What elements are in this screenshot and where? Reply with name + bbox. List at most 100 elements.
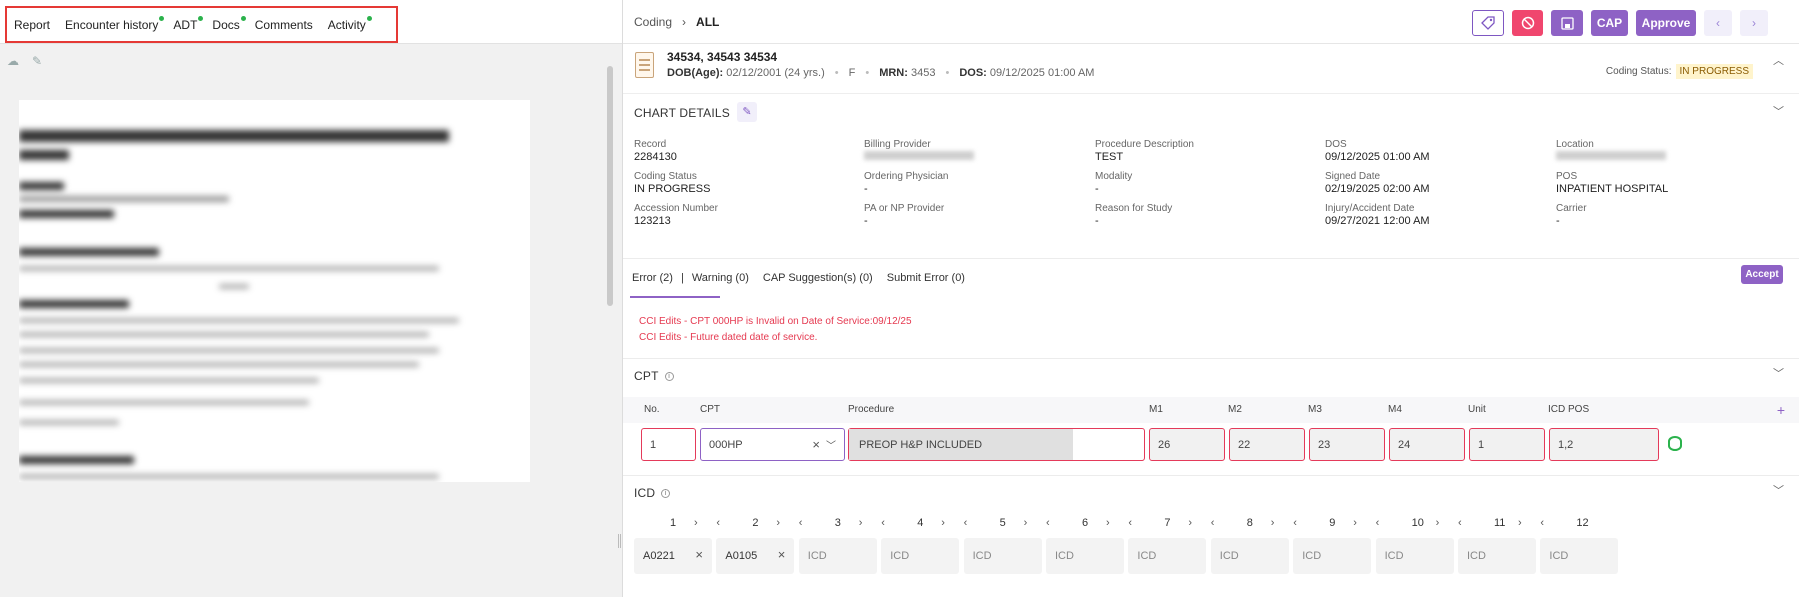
info-icon[interactable]: i [661, 489, 671, 499]
tab-warnings[interactable]: Warning (0) [692, 272, 749, 284]
chevron-right-icon[interactable]: › [1024, 517, 1028, 529]
chevron-left-icon[interactable]: ‹ [881, 517, 885, 529]
icd-number-nav: ‹ 10 › [1376, 517, 1440, 529]
m3-field[interactable]: 23 [1309, 428, 1385, 461]
col-no: No. [644, 404, 660, 415]
approve-button[interactable]: Approve [1636, 10, 1696, 36]
edit-doc-icon[interactable]: ✎ [30, 54, 44, 68]
prev-button[interactable]: ‹ [1704, 10, 1732, 36]
tab-docs[interactable]: Docs [212, 15, 246, 32]
add-cpt-row-icon[interactable]: + [1777, 402, 1785, 418]
chevron-left-icon[interactable]: ‹ [716, 517, 720, 529]
chevron-left-icon[interactable]: ‹ [1293, 517, 1297, 529]
collapse-chevron-icon[interactable]: ︿ [1773, 56, 1784, 67]
chevron-right-icon[interactable]: › [1188, 517, 1192, 529]
field-value: 09/12/2025 01:00 AM [1325, 151, 1430, 163]
m1-value: 26 [1158, 438, 1171, 451]
chevron-right-icon[interactable]: › [1271, 517, 1275, 529]
chart-details-chevron-icon[interactable]: ﹀ [1773, 107, 1784, 118]
clear-x-icon[interactable]: × [778, 547, 786, 562]
edit-chart-details-button[interactable]: ✎ [737, 102, 757, 122]
col-m2: M2 [1228, 404, 1242, 415]
clear-x-icon[interactable]: × [695, 547, 703, 562]
chevron-right-icon[interactable]: › [694, 517, 698, 529]
cap-button[interactable]: CAP [1591, 10, 1628, 36]
chevron-right-icon[interactable]: › [1106, 517, 1110, 529]
icd-pos-field[interactable]: 1,2 [1549, 428, 1659, 461]
status-dot [240, 15, 246, 21]
unit-field[interactable]: 1 [1469, 428, 1545, 461]
icd-code-field[interactable]: ICD [881, 538, 960, 574]
chevron-down-icon[interactable]: ﹀ [826, 437, 836, 452]
icd-code-field[interactable]: ICD [1128, 538, 1207, 574]
patient-chart-icon [635, 52, 654, 78]
tab-cap-suggestions[interactable]: CAP Suggestion(s) (0) [763, 272, 873, 284]
breadcrumb: Coding › ALL [634, 15, 719, 29]
m3-value: 23 [1318, 438, 1331, 451]
splitter-grip[interactable] [618, 534, 621, 548]
icd-code-field[interactable]: ICD [1210, 538, 1289, 574]
icd-code-field[interactable]: ICD [1046, 538, 1124, 574]
tab-adt[interactable]: ADT [173, 15, 204, 32]
m2-field[interactable]: 22 [1229, 428, 1305, 461]
icd-code-field[interactable]: ICD [963, 538, 1042, 574]
tab-encounter-history[interactable]: Encounter history [65, 15, 165, 32]
procedure-value: PREOP H&P INCLUDED [859, 438, 983, 451]
chevron-left-icon[interactable]: ‹ [1046, 517, 1050, 529]
cpt-chevron-icon[interactable]: ﹀ [1773, 369, 1784, 380]
tag-button[interactable] [1472, 10, 1504, 36]
chevron-right-icon[interactable]: › [1436, 517, 1440, 529]
icd-code-field[interactable]: A0221 × [634, 538, 712, 574]
database-icon[interactable] [1668, 436, 1682, 451]
col-m4: M4 [1388, 404, 1402, 415]
icd-code-field[interactable]: ICD [1540, 538, 1619, 574]
field-label: Signed Date [1325, 171, 1381, 182]
icd-chevron-icon[interactable]: ﹀ [1773, 486, 1784, 497]
col-procedure: Procedure [848, 404, 895, 415]
icd-code-field[interactable]: A0105 × [716, 538, 795, 574]
cpt-code-select[interactable]: 000HP × ﹀ [700, 428, 845, 461]
tab-comments[interactable]: Comments [255, 18, 313, 32]
procedure-field[interactable]: PREOP H&P INCLUDED [848, 428, 1145, 461]
info-icon[interactable]: i [664, 372, 674, 382]
icd-code-field[interactable]: ICD [1293, 538, 1372, 574]
chart-detail-field: Procedure Description TEST [1095, 139, 1325, 164]
chevron-left-icon[interactable]: ‹ [1376, 517, 1380, 529]
left-tab-bar: Report Encounter history ADT Docs Commen… [5, 6, 398, 43]
tab-report[interactable]: Report [14, 18, 50, 32]
accept-button[interactable]: Accept [1741, 265, 1783, 284]
tab-errors[interactable]: Error (2) [632, 272, 673, 284]
chevron-left-icon[interactable]: ‹ [1211, 517, 1215, 529]
chevron-left-icon[interactable]: ‹ [1458, 517, 1462, 529]
icd-position: 11 [1494, 517, 1506, 529]
chevron-left-icon[interactable]: ‹ [964, 517, 968, 529]
chevron-right-icon[interactable]: › [941, 517, 945, 529]
chevron-right-icon[interactable]: › [776, 517, 780, 529]
breadcrumb-current: ALL [696, 15, 720, 29]
report-scrollbar-thumb[interactable] [607, 66, 613, 306]
block-button[interactable] [1512, 10, 1543, 36]
separator-dot: • [865, 67, 870, 79]
chevron-left-icon[interactable]: ‹ [1540, 517, 1544, 529]
clear-x-icon[interactable]: × [812, 437, 820, 452]
chevron-right-icon[interactable]: › [859, 517, 863, 529]
chevron-left-icon[interactable]: ‹ [799, 517, 803, 529]
tab-submit-errors[interactable]: Submit Error (0) [887, 272, 965, 284]
save-button[interactable] [1551, 10, 1583, 36]
icd-position: 7 [1164, 517, 1171, 529]
icd-code-field[interactable]: ICD [1375, 538, 1454, 574]
icd-placeholder: ICD [1137, 550, 1157, 562]
error-tabs: Error (2) | Warning (0) CAP Suggestion(s… [632, 272, 979, 284]
m1-field[interactable]: 26 [1149, 428, 1225, 461]
chevron-right-icon[interactable]: › [1518, 517, 1522, 529]
icd-code-field[interactable]: ICD [1458, 538, 1536, 574]
m4-field[interactable]: 24 [1389, 428, 1465, 461]
next-button[interactable]: › [1740, 10, 1768, 36]
tab-activity[interactable]: Activity [328, 15, 372, 32]
cloud-icon[interactable]: ☁ [6, 54, 20, 68]
cpt-no-field[interactable]: 1 [641, 428, 696, 461]
chevron-right-icon[interactable]: › [1353, 517, 1357, 529]
breadcrumb-coding[interactable]: Coding [634, 15, 672, 29]
chevron-left-icon[interactable]: ‹ [1128, 517, 1132, 529]
icd-code-field[interactable]: ICD [798, 538, 877, 574]
